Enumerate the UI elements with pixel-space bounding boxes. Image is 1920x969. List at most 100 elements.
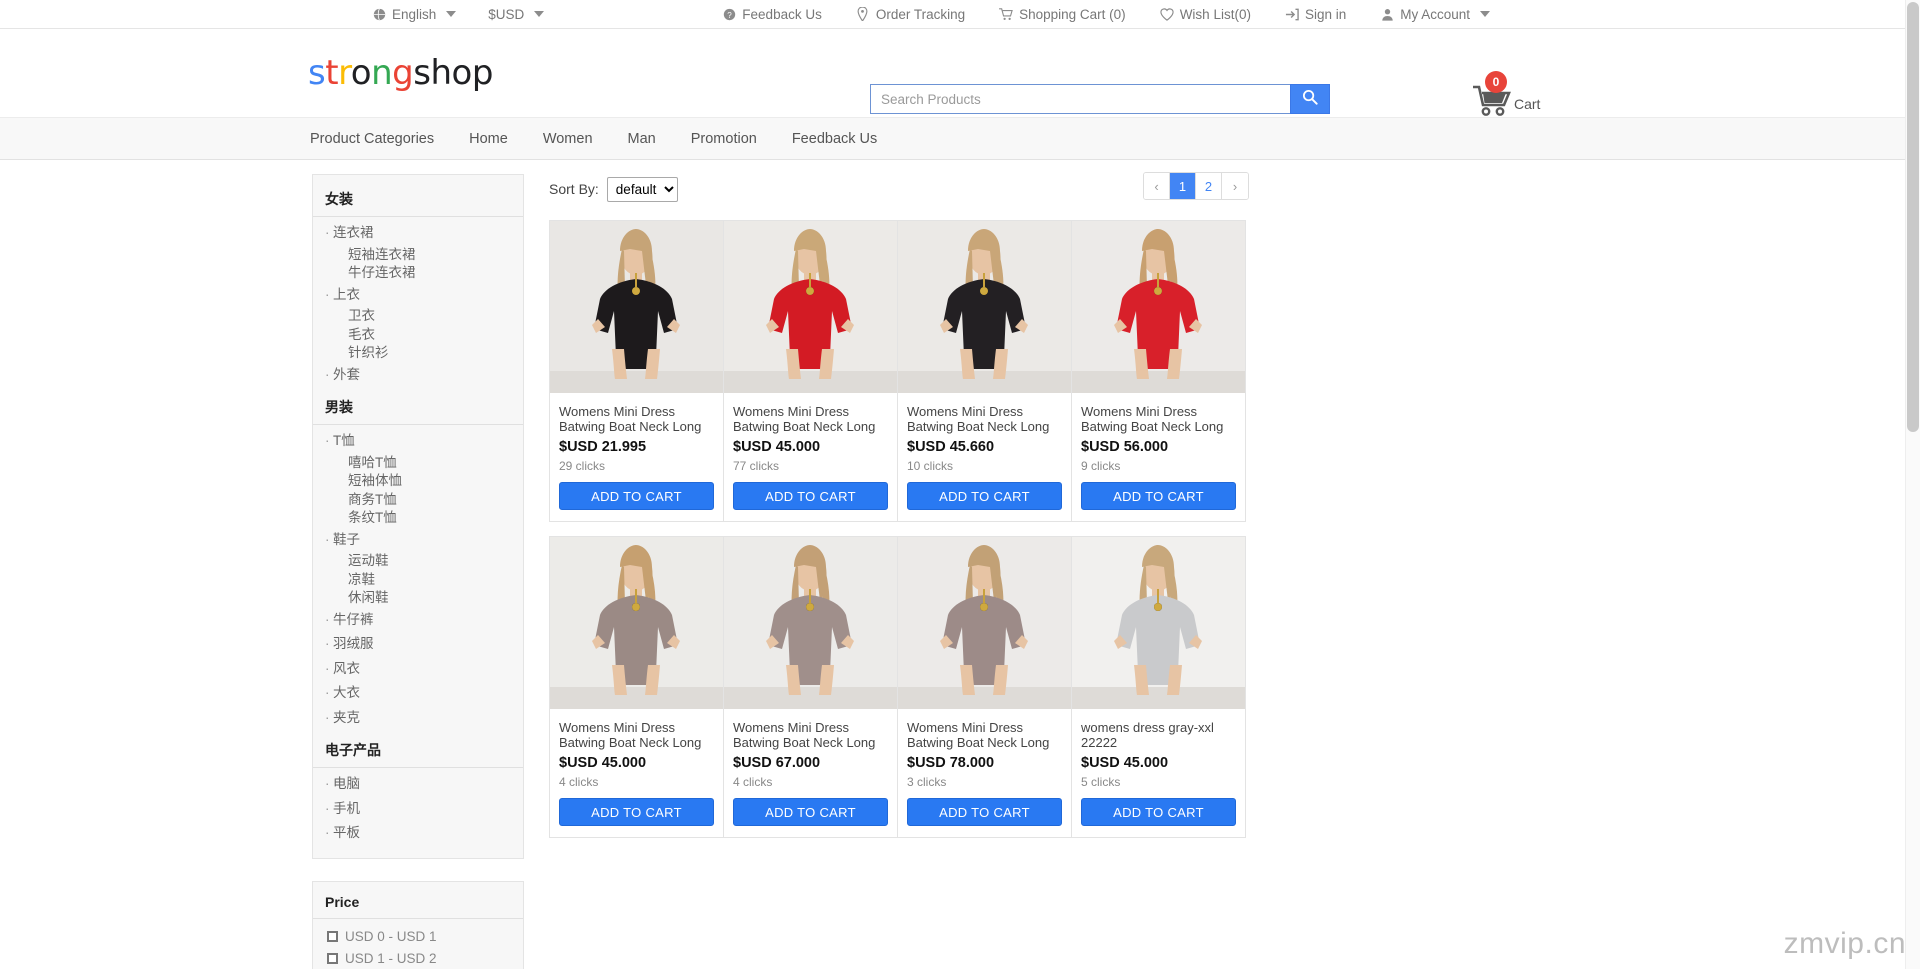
- language-selector[interactable]: English: [372, 7, 457, 22]
- category-item[interactable]: 凉鞋: [313, 571, 523, 590]
- search-input[interactable]: [870, 84, 1290, 114]
- shopping-cart-link[interactable]: Shopping Cart (0): [999, 7, 1126, 22]
- category-item[interactable]: 外套: [313, 363, 523, 388]
- nav-item-home[interactable]: Home: [469, 131, 508, 147]
- add-to-cart-button[interactable]: ADD TO CART: [559, 798, 714, 826]
- product-card[interactable]: Womens Mini Dress Batwing Boat Neck Long…: [549, 220, 724, 522]
- nav-item-feedback-us[interactable]: Feedback Us: [792, 131, 877, 147]
- logo-letter-n: n: [371, 53, 393, 93]
- product-image[interactable]: [550, 221, 723, 393]
- product-card[interactable]: Womens Mini Dress Batwing Boat Neck Long…: [897, 536, 1072, 838]
- checkbox-icon[interactable]: [327, 952, 338, 964]
- sort-by-label: Sort By:: [549, 181, 599, 197]
- category-item[interactable]: 大衣: [313, 681, 523, 706]
- listing-toolbar: Sort By: default ‹ 1 2 ›: [549, 172, 1249, 204]
- category-item[interactable]: 连衣裙: [313, 221, 523, 246]
- sort-by-select[interactable]: default: [606, 176, 678, 202]
- pagination-page-2[interactable]: 2: [1196, 173, 1222, 199]
- add-to-cart-button[interactable]: ADD TO CART: [733, 482, 888, 510]
- category-item[interactable]: 风衣: [313, 657, 523, 682]
- currency-selector[interactable]: $USD: [488, 7, 545, 22]
- product-title[interactable]: Womens Mini Dress Batwing Boat Neck Long…: [724, 393, 897, 434]
- globe-icon: [372, 7, 386, 21]
- utility-topbar: English $USD ? Feedback Us Order Trackin…: [0, 0, 1920, 29]
- category-item[interactable]: 嘻哈T恤: [313, 454, 523, 473]
- add-to-cart-button[interactable]: ADD TO CART: [907, 482, 1062, 510]
- heart-icon: [1160, 7, 1174, 21]
- product-title[interactable]: Womens Mini Dress Batwing Boat Neck Long…: [550, 709, 723, 750]
- add-to-cart-button[interactable]: ADD TO CART: [1081, 482, 1236, 510]
- chevron-down-icon: [446, 11, 457, 17]
- product-image[interactable]: [898, 537, 1071, 709]
- product-image[interactable]: [1072, 537, 1245, 709]
- product-image[interactable]: [550, 537, 723, 709]
- category-item[interactable]: 休闲鞋: [313, 589, 523, 608]
- search-button[interactable]: [1290, 84, 1330, 114]
- pagination-page-1[interactable]: 1: [1170, 173, 1196, 199]
- order-tracking-link[interactable]: Order Tracking: [856, 7, 965, 22]
- category-item[interactable]: 平板: [313, 821, 523, 846]
- category-item[interactable]: 短袖体恤: [313, 472, 523, 491]
- category-item[interactable]: 牛仔连衣裙: [313, 264, 523, 283]
- category-item[interactable]: 短袖连衣裙: [313, 246, 523, 265]
- search-icon: [1302, 89, 1318, 110]
- product-image[interactable]: [724, 537, 897, 709]
- product-title[interactable]: Womens Mini Dress Batwing Boat Neck Long…: [550, 393, 723, 434]
- category-item[interactable]: 条纹T恤: [313, 509, 523, 528]
- price-filter-option[interactable]: USD 0 - USD 1: [313, 925, 523, 947]
- product-card[interactable]: womens dress gray-xxl 22222 $USD 45.000 5 …: [1071, 536, 1246, 838]
- pagination-next[interactable]: ›: [1222, 173, 1248, 199]
- site-logo[interactable]: strongshop: [308, 56, 493, 90]
- sign-in-link[interactable]: Sign in: [1285, 7, 1346, 22]
- category-item[interactable]: 鞋子: [313, 528, 523, 553]
- scrollbar-thumb[interactable]: [1907, 2, 1919, 432]
- category-item[interactable]: 电脑: [313, 772, 523, 797]
- add-to-cart-button[interactable]: ADD TO CART: [733, 798, 888, 826]
- search-bar: [870, 84, 1330, 114]
- product-image[interactable]: [1072, 221, 1245, 393]
- product-card[interactable]: Womens Mini Dress Batwing Boat Neck Long…: [723, 536, 898, 838]
- nav-item-women[interactable]: Women: [543, 131, 593, 147]
- product-image[interactable]: [724, 221, 897, 393]
- category-item[interactable]: 商务T恤: [313, 491, 523, 510]
- logo-word-shop: shop: [413, 53, 493, 93]
- add-to-cart-button[interactable]: ADD TO CART: [907, 798, 1062, 826]
- product-title[interactable]: womens dress gray-xxl 22222: [1072, 709, 1245, 750]
- nav-item-product-categories[interactable]: Product Categories: [310, 131, 434, 147]
- product-image[interactable]: [898, 221, 1071, 393]
- product-grid: Womens Mini Dress Batwing Boat Neck Long…: [549, 220, 1249, 852]
- product-card[interactable]: Womens Mini Dress Batwing Boat Neck Long…: [723, 220, 898, 522]
- product-title[interactable]: Womens Mini Dress Batwing Boat Neck Long…: [724, 709, 897, 750]
- checkbox-icon[interactable]: [327, 930, 338, 942]
- category-item[interactable]: 牛仔裤: [313, 608, 523, 633]
- category-item[interactable]: T恤: [313, 429, 523, 454]
- wish-list-link[interactable]: Wish List(0): [1160, 7, 1251, 22]
- category-item[interactable]: 卫衣: [313, 307, 523, 326]
- category-item[interactable]: 羽绒服: [313, 632, 523, 657]
- my-account-menu[interactable]: My Account: [1380, 7, 1491, 22]
- product-card[interactable]: Womens Mini Dress Batwing Boat Neck Long…: [1071, 220, 1246, 522]
- product-card[interactable]: Womens Mini Dress Batwing Boat Neck Long…: [549, 536, 724, 838]
- page-root: English $USD ? Feedback Us Order Trackin…: [0, 0, 1920, 969]
- add-to-cart-button[interactable]: ADD TO CART: [559, 482, 714, 510]
- add-to-cart-button[interactable]: ADD TO CART: [1081, 798, 1236, 826]
- product-title[interactable]: Womens Mini Dress Batwing Boat Neck Long…: [898, 393, 1071, 434]
- product-card[interactable]: Womens Mini Dress Batwing Boat Neck Long…: [897, 220, 1072, 522]
- category-item[interactable]: 手机: [313, 797, 523, 822]
- price-filter-option[interactable]: USD 1 - USD 2: [313, 947, 523, 969]
- product-title[interactable]: Womens Mini Dress Batwing Boat Neck Long…: [898, 709, 1071, 750]
- product-price: $USD 45.000: [559, 755, 647, 771]
- page-scrollbar[interactable]: [1905, 0, 1920, 969]
- category-item[interactable]: 针织衫: [313, 344, 523, 363]
- nav-item-man[interactable]: Man: [628, 131, 656, 147]
- category-item[interactable]: 上衣: [313, 283, 523, 308]
- category-item[interactable]: 毛衣: [313, 326, 523, 345]
- product-title[interactable]: Womens Mini Dress Batwing Boat Neck Long…: [1072, 393, 1245, 434]
- nav-item-promotion[interactable]: Promotion: [691, 131, 757, 147]
- feedback-us-link[interactable]: ? Feedback Us: [722, 7, 822, 22]
- header-cart[interactable]: 0 Cart: [1467, 71, 1547, 119]
- category-item[interactable]: 夹克: [313, 706, 523, 731]
- category-item[interactable]: 运动鞋: [313, 552, 523, 571]
- product-click-count: 29 clicks: [559, 459, 606, 473]
- pagination-prev[interactable]: ‹: [1144, 173, 1170, 199]
